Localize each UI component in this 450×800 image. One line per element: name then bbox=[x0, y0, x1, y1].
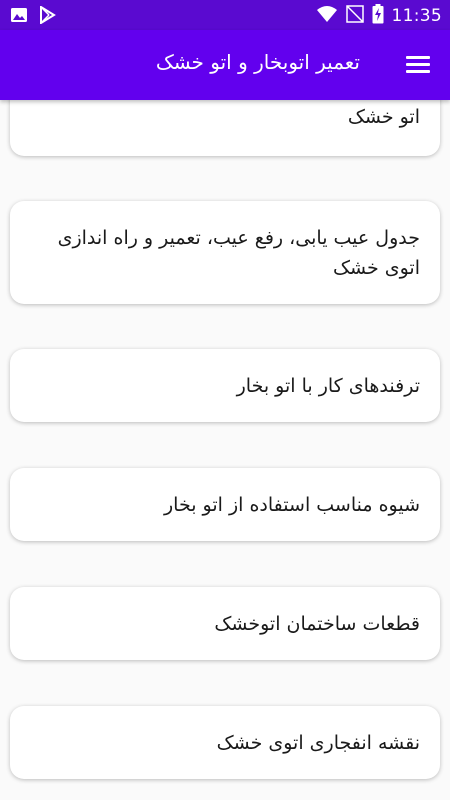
list-item-label: جدول عیب یابی، رفع عیب، تعمیر و راه اندا… bbox=[57, 226, 420, 279]
menu-icon bbox=[406, 56, 430, 59]
menu-button[interactable] bbox=[404, 52, 432, 78]
list-item[interactable]: اتو خشک bbox=[10, 100, 440, 156]
topic-list[interactable]: اتو خشک جدول عیب یابی، رفع عیب، تعمیر و … bbox=[0, 100, 450, 800]
list-item[interactable]: ترفندهای کار با اتو بخار bbox=[10, 349, 440, 422]
list-item-label: نقشه انفجاری اتوی خشک bbox=[216, 731, 420, 754]
list-item-label: شیوه مناسب استفاده از اتو بخار bbox=[164, 493, 420, 516]
list-item-label: قطعات ساختمان اتوخشک bbox=[214, 612, 420, 635]
list-item[interactable]: قطعات ساختمان اتوخشک bbox=[10, 587, 440, 660]
list-item-label: ترفندهای کار با اتو بخار bbox=[236, 374, 420, 397]
app-bar: تعمیر اتوبخار و اتو خشک bbox=[0, 30, 450, 100]
app-title: تعمیر اتوبخار و اتو خشک bbox=[155, 50, 360, 74]
image-icon bbox=[10, 6, 28, 28]
battery-charging-icon bbox=[372, 4, 384, 28]
no-signal-icon bbox=[345, 5, 364, 27]
status-time: 11:35 bbox=[391, 6, 442, 26]
list-item[interactable]: نقشه انفجاری اتوی خشک bbox=[10, 706, 440, 779]
list-item[interactable]: شیوه مناسب استفاده از اتو بخار bbox=[10, 468, 440, 541]
status-bar: 11:35 bbox=[0, 0, 450, 30]
wifi-icon bbox=[316, 5, 338, 27]
list-item-label: اتو خشک bbox=[347, 106, 420, 128]
play-store-icon bbox=[38, 5, 56, 28]
list-item[interactable]: جدول عیب یابی، رفع عیب، تعمیر و راه اندا… bbox=[10, 201, 440, 304]
